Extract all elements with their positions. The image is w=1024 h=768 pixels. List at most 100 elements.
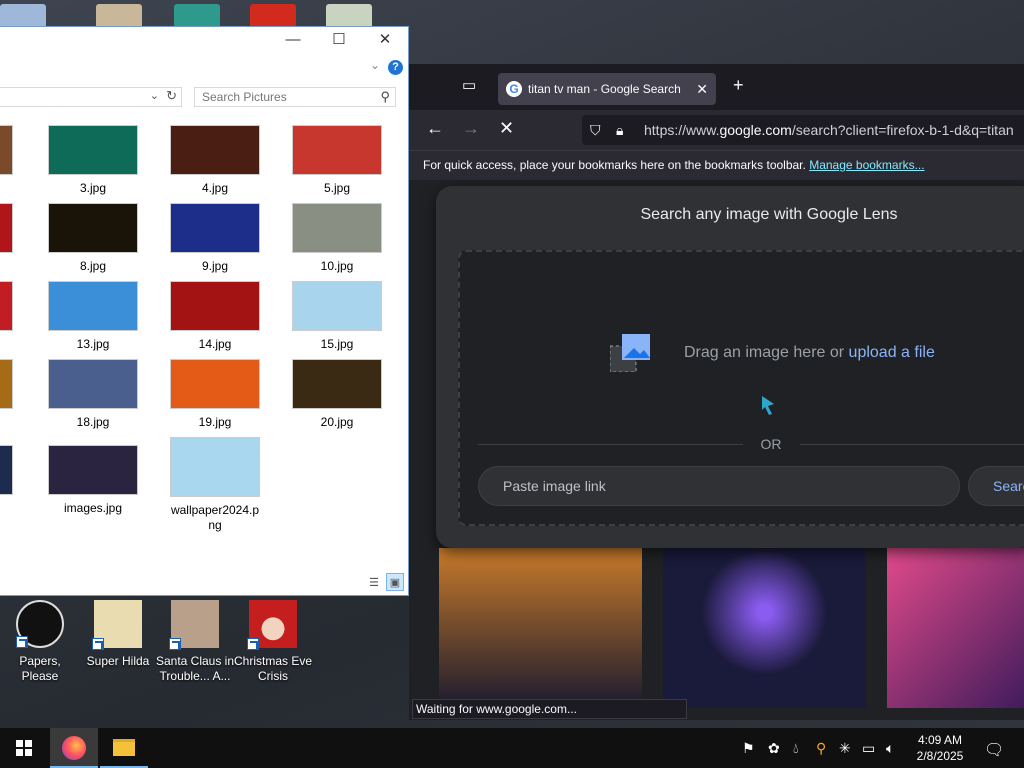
refresh-icon[interactable]: ↻	[166, 88, 177, 104]
file-tile[interactable]: 20.jpg	[291, 359, 383, 430]
address-bar[interactable]: ⌄ ↻	[0, 87, 182, 107]
result-image[interactable]	[663, 548, 866, 708]
desktop-icon-top-2[interactable]	[96, 4, 142, 28]
desktop-icon-papers-please[interactable]: Papers, Please	[0, 600, 80, 684]
lock-icon[interactable]: 🔒︎	[616, 115, 623, 145]
file-thumbnail	[48, 203, 138, 253]
url-domain: google.com	[719, 122, 792, 138]
explorer-titlebar[interactable]: — ☐ ✕	[0, 27, 408, 53]
desktop-icon-top-4[interactable]	[250, 4, 296, 28]
search-input[interactable]: Search Pictures ⚲	[194, 87, 396, 107]
page-content: Search any image with Google Lens Drag a…	[409, 180, 1024, 720]
file-name: 8.jpg	[79, 259, 107, 273]
desktop-icon-label: Christmas Eve Crisis	[233, 654, 313, 683]
new-tab-icon[interactable]: +	[733, 75, 744, 96]
file-tile[interactable]: 3.jpg	[47, 125, 139, 196]
volume-muted-icon[interactable]: 🔈︎	[886, 740, 894, 757]
tracking-shield-icon[interactable]: ⛉	[590, 115, 601, 145]
file-thumbnail	[170, 359, 260, 409]
search-tray-icon[interactable]: ⚲	[816, 740, 826, 757]
file-tile[interactable]: 19.jpg	[169, 359, 261, 430]
file-thumbnail	[48, 125, 138, 175]
navigation-bar: ← → ✕ ⛉ 🔒︎ https://www.google.com/search…	[409, 110, 1024, 150]
file-tile-partial[interactable]	[0, 359, 14, 409]
file-tile[interactable]: 5.jpg	[291, 125, 383, 196]
loading-cursor-icon	[762, 396, 774, 415]
taskbar-file-explorer[interactable]	[100, 728, 148, 768]
clock-date: 2/8/2025	[916, 749, 964, 763]
network-icon[interactable]: ▭	[862, 740, 875, 757]
result-image[interactable]	[887, 548, 1024, 708]
desktop-icon-super-hilda[interactable]: Super Hilda	[78, 600, 158, 669]
close-button[interactable]: ✕	[362, 29, 408, 51]
file-tile-partial[interactable]	[0, 125, 14, 175]
notifications-icon[interactable]: 🗨︎	[984, 740, 1004, 760]
explorer-ribbon: ⌄ ?	[0, 53, 408, 83]
file-tile-partial[interactable]	[0, 445, 14, 495]
result-image[interactable]	[439, 548, 642, 708]
manage-bookmarks-link[interactable]: Manage bookmarks...	[809, 158, 924, 172]
tab-bar: ▭ G titan tv man - Google Search ✕ +	[409, 64, 1024, 110]
tab-list-icon[interactable]: ▭	[462, 76, 476, 94]
tab-title: titan tv man - Google Search	[528, 82, 681, 96]
file-thumbnail	[170, 125, 260, 175]
file-thumbnail	[48, 445, 138, 495]
file-tile-partial[interactable]	[0, 203, 14, 253]
ribbon-expand-chevron-icon[interactable]: ⌄	[370, 58, 380, 72]
image-drop-zone[interactable]: Drag an image here or upload a file OR P…	[458, 250, 1024, 526]
desktop-icon-top-5[interactable]	[326, 4, 372, 28]
large-icons-view-icon[interactable]: ▣	[386, 573, 404, 591]
app-tray-icon[interactable]: ✿	[768, 740, 780, 757]
desktop-icon-christmas-eve-crisis[interactable]: Christmas Eve Crisis	[233, 600, 313, 684]
christmas-eve-crisis-icon	[247, 600, 297, 650]
water-drop-icon[interactable]: 💧︎	[793, 740, 799, 757]
file-tile[interactable]: 4.jpg	[169, 125, 261, 196]
details-view-icon[interactable]: ☰	[365, 574, 383, 592]
drag-text: Drag an image here or upload a file	[684, 344, 935, 362]
minimize-button[interactable]: —	[270, 29, 316, 51]
desktop-icon-top-1[interactable]	[0, 4, 46, 28]
file-tile[interactable]: wallpaper2024.png	[169, 437, 261, 533]
file-name: 13.jpg	[76, 337, 110, 351]
help-icon[interactable]: ?	[388, 60, 403, 75]
file-tile[interactable]: 13.jpg	[47, 281, 139, 352]
bookmarks-toolbar: For quick access, place your bookmarks h…	[409, 150, 1024, 180]
shortcut-arrow-icon	[169, 638, 181, 650]
chevron-down-icon[interactable]: ⌄	[150, 89, 159, 102]
firefox-icon	[62, 736, 86, 760]
file-thumbnail	[170, 281, 260, 331]
start-button[interactable]	[0, 728, 48, 768]
file-tile[interactable]: 18.jpg	[47, 359, 139, 430]
file-tile[interactable]: 8.jpg	[47, 203, 139, 274]
tab-google-search[interactable]: G titan tv man - Google Search ✕	[498, 73, 716, 105]
file-thumbnail	[48, 281, 138, 331]
brightness-icon[interactable]: ✳	[839, 740, 851, 757]
paste-image-link-input[interactable]: Paste image link	[478, 466, 960, 506]
file-thumbnail	[292, 359, 382, 409]
maximize-button[interactable]: ☐	[316, 29, 362, 51]
file-name: 5.jpg	[323, 181, 351, 195]
stop-icon[interactable]: ✕	[499, 118, 514, 139]
back-icon[interactable]: ←	[426, 118, 444, 139]
file-thumbnail	[48, 359, 138, 409]
upload-file-link[interactable]: upload a file	[849, 344, 935, 361]
file-thumbnail	[292, 203, 382, 253]
close-tab-icon[interactable]: ✕	[696, 73, 708, 105]
taskbar-firefox[interactable]	[50, 728, 98, 768]
file-tile[interactable]: 10.jpg	[291, 203, 383, 274]
taskbar: ⚑ ✿ 💧︎ ⚲ ✳ ▭ 🔈︎ 4:09 AM 2/8/2025 🗨︎	[0, 728, 1024, 768]
forward-icon[interactable]: →	[462, 118, 480, 139]
url-bar[interactable]: ⛉ 🔒︎ https://www.google.com/search?clien…	[582, 115, 1024, 145]
file-tile[interactable]: images.jpg	[47, 445, 139, 516]
file-tile[interactable]: 14.jpg	[169, 281, 261, 352]
file-tile[interactable]: 9.jpg	[169, 203, 261, 274]
file-tile[interactable]: 15.jpg	[291, 281, 383, 352]
security-icon[interactable]: ⚑	[742, 740, 755, 757]
file-tile-partial[interactable]	[0, 281, 14, 331]
file-name: wallpaper2024.png	[170, 503, 260, 532]
desktop-icon-label: Papers, Please	[19, 654, 61, 683]
desktop-icon-santa-claus-in-trouble[interactable]: Santa Claus in Trouble... A...	[155, 600, 235, 684]
clock[interactable]: 4:09 AM 2/8/2025	[906, 732, 974, 764]
desktop-icon-top-3[interactable]	[174, 4, 220, 28]
search-button[interactable]: Search	[968, 466, 1024, 506]
